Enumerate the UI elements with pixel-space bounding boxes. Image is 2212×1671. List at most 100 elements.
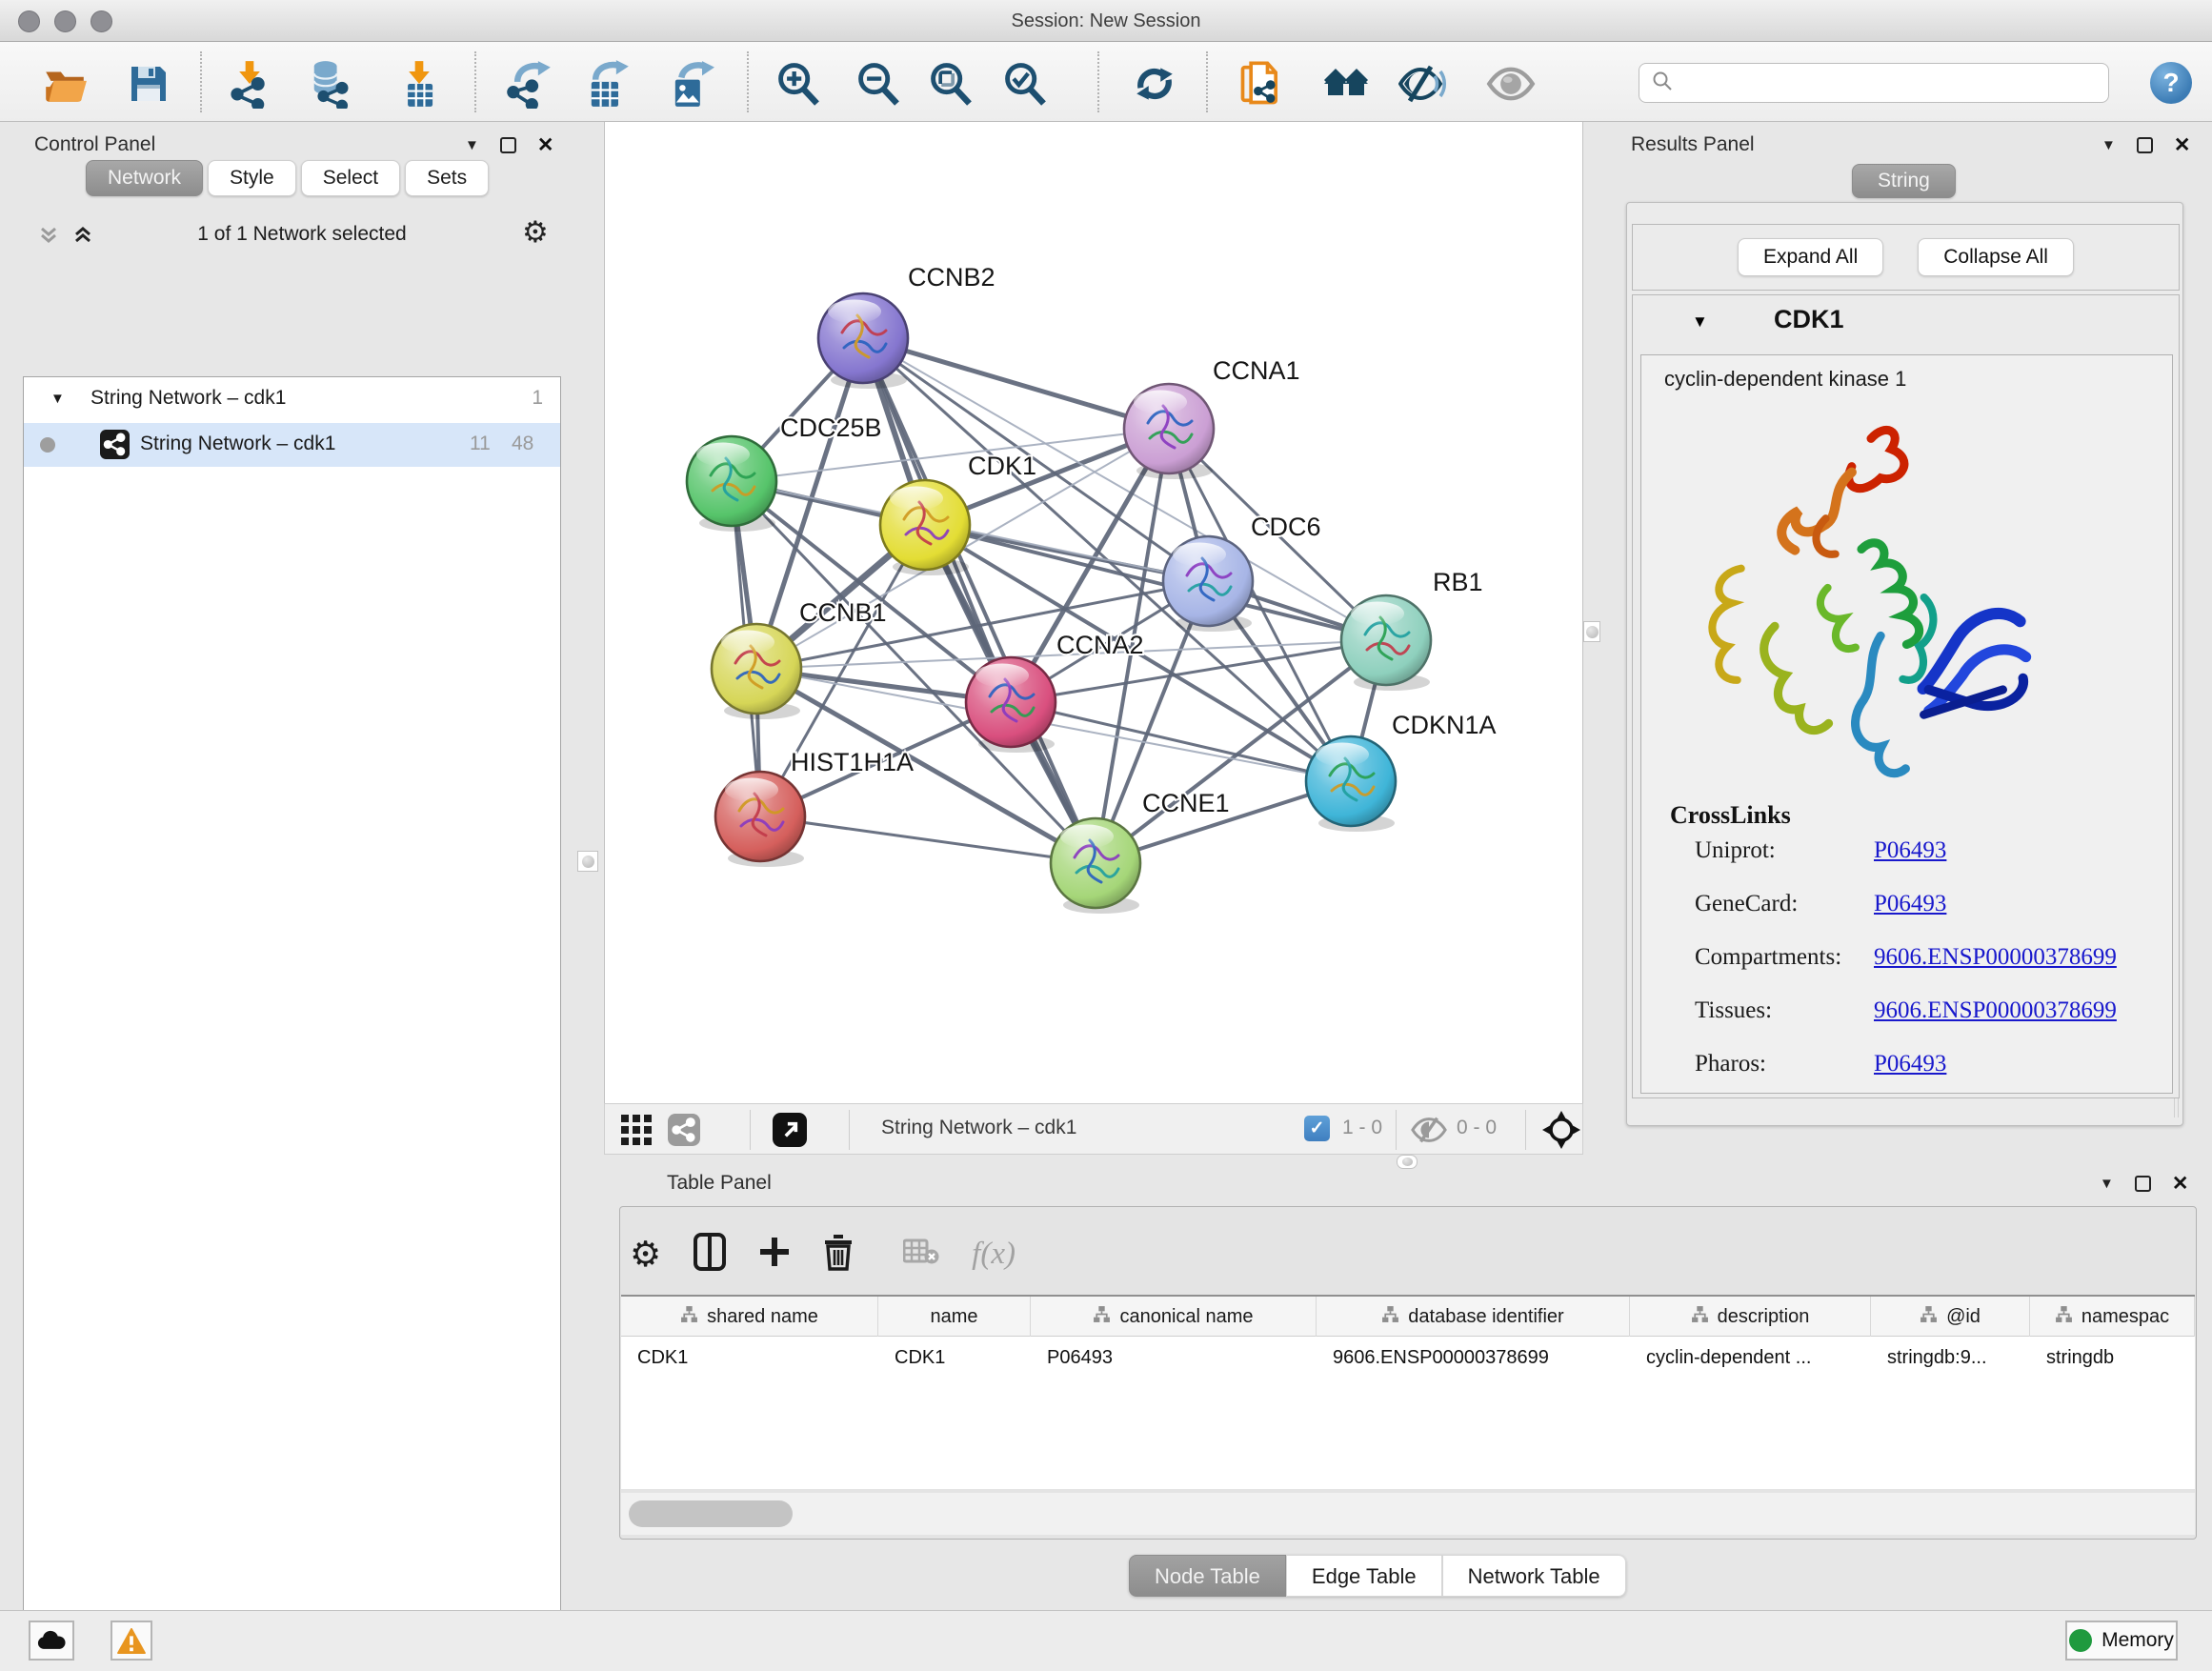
table-cell[interactable]: stringdb:9... — [1871, 1337, 2030, 1379]
export-image-icon[interactable] — [665, 59, 714, 109]
network-node-CDK1[interactable] — [880, 480, 970, 575]
grid-view-icon[interactable] — [620, 1114, 653, 1151]
add-column-icon[interactable] — [758, 1236, 791, 1273]
network-thumbnail-icon[interactable] — [668, 1114, 700, 1151]
column-header-canonical-name[interactable]: canonical name — [1031, 1297, 1317, 1337]
crosslink-link[interactable]: P06493 — [1874, 1051, 1946, 1077]
panel-float-icon[interactable] — [500, 137, 516, 153]
table-cell[interactable]: stringdb — [2030, 1337, 2195, 1379]
delete-table-icon[interactable] — [903, 1238, 939, 1271]
export-table-icon[interactable] — [581, 59, 631, 109]
table-tab-network-table[interactable]: Network Table — [1442, 1555, 1626, 1597]
crosslink-link[interactable]: 9606.ENSP00000378699 — [1874, 944, 2117, 971]
warning-status-button[interactable] — [111, 1621, 152, 1661]
column-header-name[interactable]: name — [878, 1297, 1031, 1337]
network-row-selected[interactable]: String Network – cdk1 11 48 — [24, 423, 560, 467]
table-settings-gear-icon[interactable]: ⚙ — [630, 1234, 661, 1275]
table-cell[interactable]: cyclin-dependent ... — [1630, 1337, 1871, 1379]
network-collection-row[interactable]: ▼ String Network – cdk1 1 — [24, 385, 560, 419]
network-node-CCNA2[interactable] — [966, 657, 1056, 753]
crosslink-link[interactable]: 9606.ENSP00000378699 — [1874, 997, 2117, 1024]
save-session-icon[interactable] — [124, 59, 173, 109]
panel-float-icon[interactable] — [2135, 1176, 2151, 1192]
import-network-icon[interactable] — [225, 59, 274, 109]
table-cell[interactable]: CDK1 — [878, 1337, 1031, 1379]
network-edge-CCNB2-CCNE1[interactable] — [863, 338, 1096, 863]
network-node-RB1[interactable] — [1341, 595, 1431, 691]
hidden-eye-icon[interactable] — [1411, 1116, 1447, 1149]
network-graph[interactable]: CCNB2CCNA1CDC25BCDK1CDC6RB1CCNB1CCNA2CDK… — [605, 122, 1584, 1103]
tab-sets[interactable]: Sets — [405, 160, 489, 196]
collapse-all-button[interactable]: Collapse All — [1918, 238, 2074, 276]
network-node-CCNA1[interactable] — [1124, 384, 1214, 479]
open-in-window-icon[interactable] — [773, 1113, 807, 1152]
network-edge-CCNB2-CCNA1[interactable] — [863, 338, 1169, 429]
network-node-CDC25B[interactable] — [687, 436, 776, 532]
home-icon[interactable] — [1322, 59, 1372, 109]
network-selection-status: 1 of 1 Network selected — [0, 223, 604, 246]
network-node-CDC6[interactable] — [1163, 536, 1253, 632]
cloud-status-button[interactable] — [29, 1621, 74, 1661]
memory-button[interactable]: Memory — [2065, 1621, 2178, 1661]
expand-all-button[interactable]: Expand All — [1738, 238, 1883, 276]
tab-select[interactable]: Select — [301, 160, 400, 196]
tab-style[interactable]: Style — [208, 160, 296, 196]
panel-menu-icon[interactable]: ▼ — [2100, 1176, 2114, 1192]
network-node-CCNE1[interactable] — [1051, 818, 1140, 914]
column-header--id[interactable]: @id — [1871, 1297, 2030, 1337]
zoom-fit-icon[interactable] — [926, 59, 975, 109]
table-cell[interactable]: 9606.ENSP00000378699 — [1317, 1337, 1630, 1379]
table-tab-edge-table[interactable]: Edge Table — [1286, 1555, 1442, 1597]
results-tab-string[interactable]: String — [1852, 164, 1956, 198]
table-cell[interactable]: P06493 — [1031, 1337, 1317, 1379]
import-network-database-icon[interactable] — [305, 59, 354, 109]
show-details-icon[interactable] — [1486, 59, 1536, 109]
table-cell[interactable]: CDK1 — [621, 1337, 878, 1379]
panel-menu-icon[interactable]: ▼ — [2101, 137, 2116, 153]
hide-graphics-icon[interactable] — [1398, 59, 1448, 109]
show-columns-icon[interactable] — [694, 1233, 726, 1276]
network-edge-CCNE1-HIST1H1A[interactable] — [760, 816, 1096, 863]
gene-entry-header[interactable]: ▼ CDK1 — [1633, 295, 2179, 351]
share-document-icon[interactable] — [1237, 59, 1286, 109]
selected-nodes-checkbox[interactable]: ✓ — [1304, 1116, 1330, 1141]
crosslink-link[interactable]: P06493 — [1874, 891, 1946, 917]
table-tab-node-table[interactable]: Node Table — [1129, 1555, 1286, 1597]
panel-float-icon[interactable] — [2137, 137, 2153, 153]
column-header-shared-name[interactable]: shared name — [621, 1297, 878, 1337]
network-options-gear-icon[interactable]: ⚙ — [522, 215, 549, 250]
panel-menu-icon[interactable]: ▼ — [465, 137, 479, 153]
network-node-CDKN1A[interactable] — [1306, 736, 1396, 832]
tree-collapse-icon[interactable]: ▼ — [50, 391, 65, 407]
birdseye-navigator-icon[interactable] — [1542, 1111, 1580, 1154]
network-edge-CCNA2-CDKN1A[interactable] — [1011, 702, 1351, 781]
node-label-CDC25B: CDC25B — [780, 413, 882, 442]
function-builder-icon[interactable]: f(x) — [972, 1237, 1016, 1272]
panel-close-icon[interactable]: ✕ — [2174, 133, 2191, 157]
zoom-selected-icon[interactable] — [1000, 59, 1050, 109]
open-session-icon[interactable] — [40, 59, 90, 109]
refresh-icon[interactable] — [1130, 59, 1179, 109]
column-header-database-identifier[interactable]: database identifier — [1317, 1297, 1630, 1337]
delete-column-icon[interactable] — [823, 1233, 854, 1276]
import-table-icon[interactable] — [394, 59, 444, 109]
panel-close-icon[interactable]: ✕ — [537, 133, 554, 157]
table-hscrollbar-thumb[interactable] — [629, 1500, 793, 1527]
column-header-label: description — [1718, 1306, 1810, 1328]
network-canvas[interactable]: CCNB2CCNA1CDC25BCDK1CDC6RB1CCNB1CCNA2CDK… — [604, 122, 1583, 1103]
network-node-CCNB1[interactable] — [712, 624, 801, 719]
tab-network[interactable]: Network — [86, 160, 203, 196]
zoom-out-icon[interactable] — [854, 59, 903, 109]
network-node-HIST1H1A[interactable] — [715, 772, 805, 867]
entry-collapse-icon[interactable]: ▼ — [1692, 312, 1708, 332]
help-icon[interactable]: ? — [2150, 62, 2192, 104]
search-input[interactable] — [1683, 66, 2108, 100]
zoom-in-icon[interactable] — [774, 59, 823, 109]
status-bar: Memory — [0, 1610, 2212, 1671]
panel-close-icon[interactable]: ✕ — [2172, 1172, 2189, 1196]
column-header-namespac[interactable]: namespac — [2030, 1297, 2195, 1337]
column-header-description[interactable]: description — [1630, 1297, 1871, 1337]
vertical-splitter-handle[interactable] — [577, 851, 598, 872]
crosslink-link[interactable]: P06493 — [1874, 837, 1946, 864]
export-network-icon[interactable] — [503, 59, 553, 109]
